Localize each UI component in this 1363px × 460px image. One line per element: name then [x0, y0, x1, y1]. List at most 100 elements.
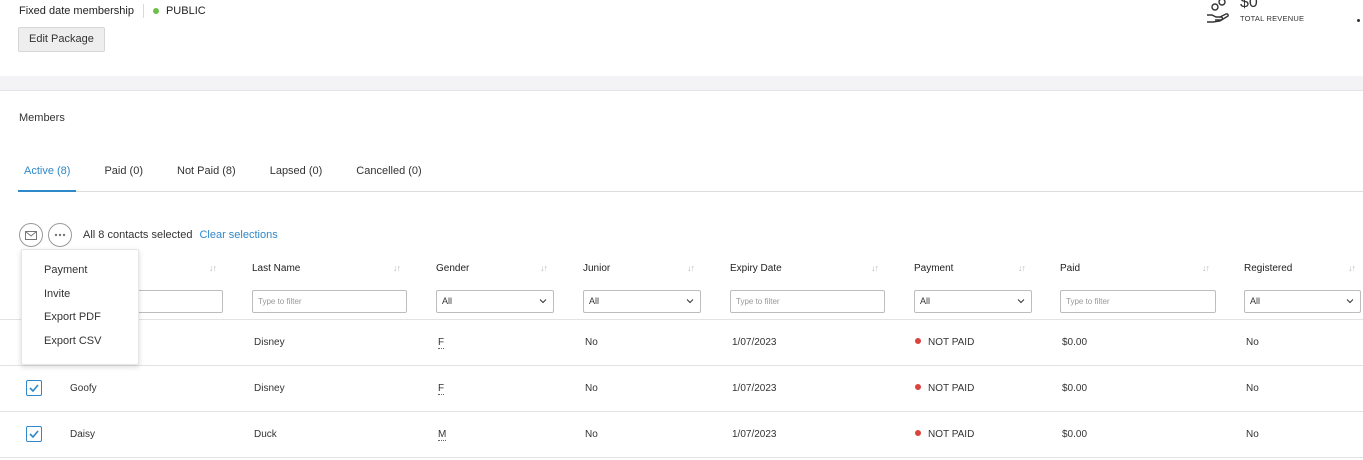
more-actions-button[interactable] [48, 223, 72, 247]
chevron-down-icon [1017, 299, 1025, 304]
selection-count: All 8 contacts selected [83, 229, 193, 241]
first-name-cell: Daisy [70, 429, 96, 440]
checkmark-icon [29, 384, 39, 392]
edit-package-button[interactable]: Edit Package [18, 27, 105, 52]
sort-icon[interactable]: ↓↑ [871, 263, 879, 273]
last-name-cell: Disney [254, 337, 285, 348]
select-value: All [589, 296, 600, 306]
payment-status-label: NOT PAID [928, 337, 975, 348]
payment-status: NOT PAID [915, 383, 974, 394]
payment-status: NOT PAID [915, 337, 974, 348]
gender-select[interactable]: All [436, 290, 554, 313]
column-label: Gender [436, 263, 470, 274]
column-expiry-date: Expiry Date [730, 262, 782, 274]
registered-select[interactable]: All [1244, 290, 1361, 313]
first-name-filter[interactable] [137, 290, 223, 313]
tab-cancelled[interactable]: Cancelled (0) [350, 157, 427, 192]
column-paid: Paid [1060, 262, 1080, 274]
chevron-down-icon [1346, 299, 1354, 304]
payment-select[interactable]: All [914, 290, 1032, 313]
revenue-label: TOTAL REVENUE [1240, 14, 1305, 23]
paid-cell: $0.00 [1062, 429, 1088, 440]
clear-selections-link[interactable]: Clear selections [199, 229, 277, 241]
junior-cell: No [585, 383, 598, 394]
registered-cell: No [1246, 429, 1259, 440]
menu-item-invite[interactable]: Invite [22, 288, 138, 312]
menu-item-export-pdf[interactable]: Export PDF [22, 311, 138, 335]
checkmark-icon [29, 430, 39, 438]
package-header: Fixed date membership PUBLIC Edit Packag… [0, 0, 1363, 76]
expiry-cell: 1/07/2023 [732, 429, 777, 440]
menu-item-payment[interactable]: Payment [22, 264, 138, 288]
selection-bar: All 8 contacts selected Clear selections [19, 223, 278, 247]
table-row[interactable]: Disney F No 1/07/2023 NOT PAID $0.00 No [0, 320, 1363, 366]
column-junior: Junior [583, 262, 610, 274]
registered-cell: No [1246, 383, 1259, 394]
chevron-down-icon [539, 299, 547, 304]
hand-coins-icon [1207, 0, 1229, 23]
row-checkbox[interactable] [26, 380, 42, 396]
paid-cell: $0.00 [1062, 383, 1088, 394]
sort-icon[interactable]: ↓↑ [209, 263, 217, 273]
email-button[interactable] [19, 223, 43, 247]
divider [142, 4, 144, 18]
payment-status-label: NOT PAID [928, 429, 975, 440]
paid-filter[interactable]: Type to filter [1060, 290, 1216, 313]
status-dot-icon [915, 338, 921, 344]
column-label: Last Name [252, 263, 301, 274]
first-name-cell: Goofy [70, 383, 97, 394]
package-name: Fixed date membership [19, 5, 134, 17]
column-last-name: Last Name [252, 262, 300, 274]
registered-cell: No [1246, 337, 1259, 348]
members-heading: Members [19, 112, 65, 124]
sort-icon[interactable]: ↓↑ [1348, 263, 1356, 273]
expiry-cell: 1/07/2023 [732, 337, 777, 348]
table-row[interactable]: Daisy Duck M No 1/07/2023 NOT PAID $0.00… [0, 412, 1363, 458]
row-checkbox[interactable] [26, 426, 42, 442]
revenue-amount: $0 [1240, 0, 1258, 11]
sort-icon[interactable]: ↓↑ [540, 263, 548, 273]
table-row[interactable]: Goofy Disney F No 1/07/2023 NOT PAID $0.… [0, 366, 1363, 412]
sort-icon[interactable]: ↓↑ [1202, 263, 1210, 273]
column-gender: Gender [436, 262, 469, 274]
total-revenue: $0 TOTAL REVENUE [1205, 0, 1304, 24]
chevron-down-icon [686, 299, 694, 304]
column-label: Paid [1060, 263, 1081, 274]
select-value: All [1250, 296, 1261, 306]
select-value: All [920, 296, 931, 306]
paid-cell: $0.00 [1062, 337, 1088, 348]
expiry-cell: 1/07/2023 [732, 383, 777, 394]
column-label: Payment [914, 263, 954, 274]
junior-select[interactable]: All [583, 290, 701, 313]
status-dot-icon [152, 8, 159, 14]
tab-active[interactable]: Active (8) [18, 157, 77, 192]
select-value: All [442, 296, 453, 306]
status-dot-icon [915, 430, 921, 436]
status-dot-icon [915, 384, 921, 390]
sort-icon[interactable]: ↓↑ [1018, 263, 1026, 273]
ellipsis-icon [54, 233, 66, 237]
section-separator [0, 76, 1363, 91]
last-name-cell: Disney [254, 383, 285, 394]
menu-item-export-csv[interactable]: Export CSV [22, 335, 138, 359]
tab-lapsed[interactable]: Lapsed (0) [264, 157, 329, 192]
payment-status: NOT PAID [915, 429, 974, 440]
column-label: Registered [1244, 263, 1293, 274]
column-label: Junior [583, 263, 611, 274]
gender-cell: F [438, 383, 445, 395]
sort-icon[interactable]: ↓↑ [393, 263, 401, 273]
expiry-filter[interactable]: Type to filter [730, 290, 885, 313]
last-name-filter[interactable]: Type to filter [252, 290, 407, 313]
column-registered: Registered [1244, 262, 1292, 274]
last-name-cell: Duck [254, 429, 277, 440]
mail-icon [25, 230, 37, 240]
tab-not-paid[interactable]: Not Paid (8) [171, 157, 242, 192]
gender-cell: F [438, 337, 445, 349]
payment-status-label: NOT PAID [928, 383, 975, 394]
column-label: Expiry Date [730, 263, 782, 274]
visibility-label: PUBLIC [165, 5, 206, 17]
tab-paid[interactable]: Paid (0) [98, 157, 149, 192]
more-icon[interactable] [1357, 19, 1360, 22]
actions-menu: Payment Invite Export PDF Export CSV [21, 249, 139, 365]
sort-icon[interactable]: ↓↑ [687, 263, 695, 273]
